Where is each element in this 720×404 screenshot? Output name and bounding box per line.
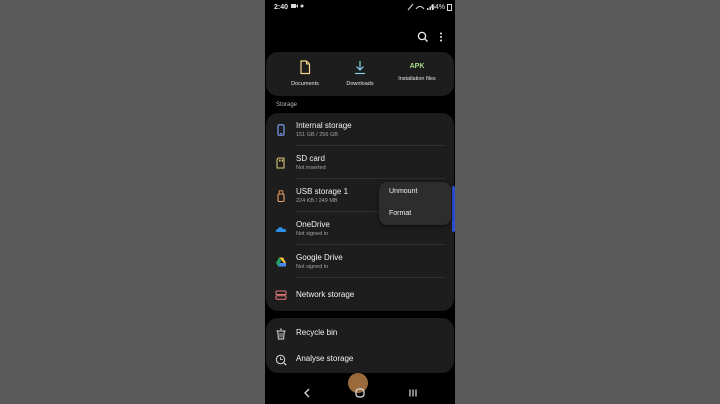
- analyse-storage-label: Analyse storage: [296, 354, 354, 363]
- quick-downloads[interactable]: Downloads: [330, 60, 390, 87]
- recycle-bin-row[interactable]: Recycle bin: [266, 319, 454, 346]
- storage-title: SD card: [296, 154, 325, 163]
- quick-documents-label: Documents: [291, 81, 319, 87]
- search-icon[interactable]: [416, 30, 430, 44]
- storage-row-sd-card[interactable]: SD card Not inserted: [266, 146, 454, 179]
- usb-icon: [275, 189, 287, 203]
- home-icon[interactable]: [353, 386, 367, 398]
- google-drive-icon: [275, 255, 287, 267]
- notification-icons: [291, 3, 305, 12]
- bottom-actions-card: Recycle bin Analyse storage: [266, 318, 454, 373]
- trash-icon: [275, 327, 287, 340]
- onedrive-icon: [275, 222, 287, 234]
- storage-title: OneDrive: [296, 220, 330, 229]
- storage-subtitle: Not signed in: [296, 264, 329, 270]
- storage-title: Google Drive: [296, 253, 343, 262]
- top-bar: [265, 28, 455, 48]
- storage-row-network[interactable]: Network storage: [266, 278, 454, 311]
- storage-subtitle: 151 GB / 256 GB: [296, 132, 338, 138]
- quick-installation-files-label: Installation files: [398, 76, 436, 82]
- back-icon[interactable]: [300, 386, 314, 398]
- status-bar: 2:40 64%: [265, 0, 455, 18]
- recents-icon[interactable]: [406, 386, 420, 398]
- storage-title: Network storage: [296, 290, 355, 299]
- storage-subtitle: Not signed in: [296, 231, 329, 237]
- document-icon: [275, 60, 335, 76]
- storage-title: Internal storage: [296, 121, 352, 130]
- battery-icon: [447, 4, 452, 11]
- system-nav-bar: [265, 380, 455, 404]
- phone-icon: [275, 123, 287, 136]
- storage-row-google-drive[interactable]: Google Drive Not signed in: [266, 245, 454, 278]
- quick-installation-files[interactable]: APK Installation files: [387, 60, 447, 82]
- network-storage-icon: [275, 288, 287, 300]
- apk-icon: APK: [409, 63, 425, 70]
- battery-percent: 64%: [430, 4, 445, 11]
- usb-context-menu: Unmount Format: [379, 182, 451, 225]
- scroll-handle[interactable]: [452, 186, 455, 232]
- more-vertical-icon[interactable]: [434, 30, 448, 44]
- storage-section-label: Storage: [276, 102, 298, 108]
- sd-card-icon: [275, 156, 287, 169]
- storage-subtitle: Not inserted: [296, 165, 326, 171]
- analyse-storage-row[interactable]: Analyse storage: [266, 345, 454, 372]
- download-icon: [330, 60, 390, 76]
- recycle-bin-label: Recycle bin: [296, 328, 338, 337]
- phone-screen: 2:40 64% Documents Downloads APK Install…: [265, 0, 455, 404]
- storage-row-internal[interactable]: Internal storage 151 GB / 256 GB: [266, 113, 454, 146]
- status-time: 2:40: [274, 4, 289, 11]
- analyse-icon: [275, 353, 287, 366]
- menu-item-unmount[interactable]: Unmount: [389, 188, 417, 195]
- quick-documents[interactable]: Documents: [275, 60, 335, 87]
- menu-item-format[interactable]: Format: [389, 210, 411, 217]
- storage-subtitle: 224 KB / 249 MB: [296, 198, 338, 204]
- quick-access-card: Documents Downloads APK Installation fil…: [266, 52, 454, 96]
- quick-downloads-label: Downloads: [346, 81, 374, 87]
- storage-title: USB storage 1: [296, 187, 349, 196]
